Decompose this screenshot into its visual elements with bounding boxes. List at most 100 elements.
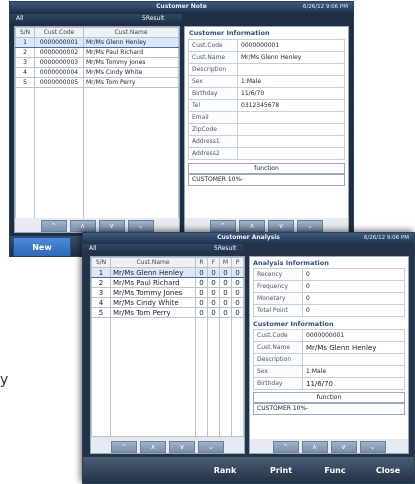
customer-list: S/N Cust.Code Cust.Name 1 0000000001 Mr/… — [15, 27, 179, 229]
cell-sn: 4 — [15, 67, 35, 78]
col-sn: S/N — [91, 257, 111, 268]
info-row: Description — [253, 353, 405, 366]
last-page-button[interactable]: ⌄ — [297, 220, 323, 232]
print-button[interactable]: Print — [255, 461, 307, 481]
filter-label: All — [16, 15, 24, 22]
function-value[interactable]: CUSTOMER 10%- — [188, 174, 345, 186]
info-row: Description — [188, 63, 345, 76]
filter-bar[interactable]: All 5Result — [83, 244, 243, 253]
customer-info-panel: Customer Information Cust.Code 0000000001… — [184, 26, 349, 233]
customer-list-panel: S/N Cust.Code Cust.Name 1 0000000001 Mr/… — [14, 26, 180, 233]
empty-rows — [15, 87, 179, 229]
page-up-button[interactable]: ∧ — [69, 220, 96, 232]
datetime: 6/26/12 9:06 PM — [363, 235, 409, 241]
col-sn: S/N — [15, 27, 35, 38]
table-row[interactable]: 4 0000000004 Mr/Ms Cindy White — [15, 67, 179, 78]
table-row[interactable]: 5 0000000005 Mr/Ms Tom Perry — [15, 77, 179, 88]
info-row: Cust.Code 0000000001 — [188, 39, 345, 52]
cell-name: Mr/Ms Cindy White — [83, 67, 179, 78]
info-row: Cust.Code 0000000001 — [253, 329, 405, 342]
title-bar: Customer Analysis 6/26/12 9:06 PM — [83, 233, 414, 243]
first-page-button[interactable]: ⌃ — [210, 220, 236, 232]
col-name: Cust.Name — [110, 257, 196, 268]
list-nav: ⌃ ∧ ∨ ⌄ — [15, 218, 179, 232]
last-page-button[interactable]: ⌄ — [127, 220, 154, 232]
table-row[interactable]: 4 Mr/Ms Cindy White 0 0 0 0 — [91, 297, 244, 308]
function-header: function — [188, 163, 345, 174]
cell-code: 0000000005 — [34, 77, 84, 88]
cell-sn: 3 — [15, 57, 35, 68]
analysis-info-title: Analysis Information — [253, 259, 329, 267]
window-title: Customer Analysis — [217, 234, 280, 241]
table-row[interactable]: 3 0000000003 Mr/Ms Tommy Jones — [15, 57, 179, 68]
col-code: Cust.Code — [34, 27, 84, 38]
table-row[interactable]: 1 Mr/Ms Glenn Henley 0 0 0 0 — [91, 267, 244, 278]
cell-code: 0000000004 — [34, 67, 84, 78]
page-down-button[interactable]: ∨ — [330, 441, 357, 453]
cell-name: Mr/Ms Tom Perry — [83, 77, 179, 88]
page-down-button[interactable]: ∨ — [98, 220, 125, 232]
page-down-button[interactable]: ∨ — [169, 441, 195, 453]
last-page-button[interactable]: ⌄ — [198, 441, 224, 453]
analysis-table: Recency 0 Frequency 0 Monetary 0 Total Poin… — [253, 268, 405, 317]
info-row: Address1 — [188, 135, 345, 148]
function-header: function — [253, 392, 405, 403]
first-page-button[interactable]: ⌃ — [272, 441, 299, 453]
datetime: 6/26/12 9:06 PM — [302, 4, 348, 10]
new-button[interactable]: New — [13, 237, 71, 256]
cell-code: 0000000003 — [34, 57, 84, 68]
info-row: Sex 1:Male — [188, 75, 345, 88]
list-nav: ⌃ ∧ ∨ ⌄ — [91, 439, 244, 453]
page-up-button[interactable]: ∧ — [140, 441, 166, 453]
first-page-button[interactable]: ⌃ — [111, 441, 137, 453]
info-row: Cust.Name Mr/Ms Glenn Henley — [188, 51, 345, 64]
cell-code: 0000000002 — [34, 47, 84, 58]
info-row: Birthday 11/6/70 — [253, 377, 405, 390]
close-button[interactable]: Close — [363, 461, 413, 481]
page-down-button[interactable]: ∨ — [268, 220, 294, 232]
table-row[interactable]: 5 Mr/Ms Tom Perry 0 0 0 0 — [91, 307, 244, 318]
cell-name: Mr/Ms Glenn Henley — [83, 37, 179, 48]
cell-sn: 1 — [15, 37, 35, 48]
func-button[interactable]: Func — [309, 461, 361, 481]
page-up-button[interactable]: ∧ — [301, 441, 328, 453]
table-row[interactable]: 2 0000000002 Mr/Ms Paul Richard — [15, 47, 179, 58]
filter-bar[interactable]: All 5Result — [10, 14, 182, 23]
info-row: Frequency 0 — [253, 280, 405, 293]
last-page-button[interactable]: ⌄ — [359, 441, 386, 453]
info-table: Cust.Code 0000000001 Cust.Name Mr/Ms Glenn… — [253, 329, 405, 390]
customer-note-window: Customer Note 6/26/12 9:06 PM All 5Resul… — [9, 1, 354, 257]
cell-name: Mr/Ms Paul Richard — [83, 47, 179, 58]
info-title: Customer Information — [253, 320, 334, 328]
title-bar: Customer Note 6/26/12 9:06 PM — [10, 2, 353, 12]
col-f: F — [207, 257, 220, 268]
rank-button[interactable]: Rank — [199, 461, 251, 481]
info-row: Monetary 0 — [253, 292, 405, 305]
info-nav: ⌃ ∧ ∨ ⌄ — [185, 218, 348, 232]
info-row: Address2 — [188, 147, 345, 160]
table-row[interactable]: 1 0000000001 Mr/Ms Glenn Henley — [15, 37, 179, 48]
table-row[interactable]: 2 Mr/Ms Paul Richard 0 0 0 0 — [91, 277, 244, 288]
cell-sn: 5 — [15, 77, 35, 88]
info-row: Total Point 0 — [253, 304, 405, 317]
cell-code: 0000000001 — [34, 37, 84, 48]
info-row: Cust.Name Mr/Ms Glenn Henley — [253, 341, 405, 354]
page-up-button[interactable]: ∧ — [239, 220, 265, 232]
cell-name: Mr/Ms Tommy Jones — [83, 57, 179, 68]
col-m: M — [219, 257, 232, 268]
col-r: R — [195, 257, 208, 268]
bottom-toolbar: Rank Print Func Close — [83, 457, 414, 483]
analysis-list-panel: S/N Cust.Name R F M P 1 Mr/Ms Glenn Henl… — [90, 256, 245, 454]
cell-sn: 2 — [15, 47, 35, 58]
first-page-button[interactable]: ⌃ — [40, 220, 67, 232]
info-table: Cust.Code 0000000001 Cust.Name Mr/Ms Glenn… — [188, 39, 345, 160]
info-row: Recency 0 — [253, 268, 405, 281]
col-name: Cust.Name — [83, 27, 179, 38]
info-nav: ⌃ ∧ ∨ ⌄ — [250, 439, 408, 453]
window-title: Customer Note — [156, 3, 207, 10]
info-row: Email — [188, 111, 345, 124]
table-row[interactable]: 3 Mr/Ms Tommy Jones 0 0 0 0 — [91, 287, 244, 298]
analysis-list: S/N Cust.Name R F M P 1 Mr/Ms Glenn Henl… — [91, 257, 244, 437]
result-count: 5Result — [214, 245, 237, 252]
function-value[interactable]: CUSTOMER 10%- — [253, 403, 405, 415]
